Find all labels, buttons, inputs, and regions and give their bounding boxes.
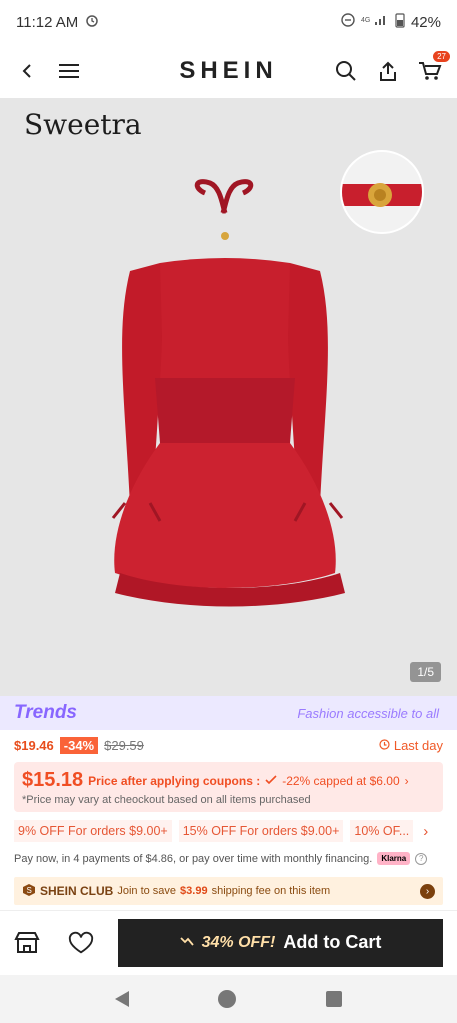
battery-level: 42% xyxy=(410,13,441,31)
chevron-right-icon: › xyxy=(404,773,409,788)
product-image[interactable]: Sweetra 1/5 xyxy=(0,98,457,696)
store-icon[interactable] xyxy=(14,930,40,956)
menu-icon[interactable] xyxy=(56,58,82,84)
offer-chip[interactable]: 10% OF... xyxy=(350,820,414,842)
club-title: SHEIN CLUB xyxy=(40,884,114,898)
svg-text:4G: 4G xyxy=(361,17,370,24)
signal-icon: 4G xyxy=(361,13,389,31)
wishlist-heart-icon[interactable] xyxy=(68,930,94,956)
club-icon: S xyxy=(22,883,36,900)
klarna-logo: Klarna xyxy=(377,852,411,865)
search-icon[interactable] xyxy=(333,58,359,84)
coupon-price: $15.18 xyxy=(22,769,84,791)
help-icon[interactable]: ? xyxy=(415,852,428,865)
coupon-label: Price after applying coupons : xyxy=(88,773,261,788)
dnd-icon xyxy=(341,13,355,31)
offer-chip[interactable]: 15% OFF For orders $9.00+ xyxy=(178,820,344,842)
alarm-icon xyxy=(84,12,100,32)
chevron-right-icon[interactable]: › xyxy=(420,883,435,899)
app-header: SHEIN 27 xyxy=(0,44,457,98)
brand-logo[interactable]: SHEIN xyxy=(179,57,277,85)
discount-badge: -34% xyxy=(59,736,99,754)
club-text-before: Join to save xyxy=(117,885,177,897)
add-to-cart-button[interactable]: 34% OFF! Add to Cart xyxy=(118,918,443,967)
sale-timer: Last day xyxy=(379,738,443,753)
coupon-price-box[interactable]: $15.18 Price after applying coupons : -2… xyxy=(14,762,443,812)
variant-thumbnail[interactable] xyxy=(340,150,424,234)
trends-banner[interactable]: Trends Fashion accessible to all xyxy=(0,696,457,730)
current-price: $19.46 xyxy=(14,737,54,753)
coupon-cap: -22% capped at $6.00 xyxy=(282,773,400,788)
clock-icon xyxy=(379,738,390,753)
trends-slogan: Fashion accessible to all xyxy=(297,705,439,721)
status-bar: 11:12 AM 4G 42% xyxy=(0,0,457,44)
shein-club-banner[interactable]: S SHEIN CLUB Join to save $3.99 shipping… xyxy=(14,877,443,905)
chevron-right-icon[interactable]: › xyxy=(423,823,428,840)
nav-back-icon[interactable] xyxy=(114,991,129,1007)
bottom-action-bar: 34% OFF! Add to Cart xyxy=(0,910,457,974)
system-nav-bar xyxy=(0,975,457,1023)
nav-recents-icon[interactable] xyxy=(326,991,343,1007)
promo-offers: 9% OFF For orders $9.00+ 15% OFF For ord… xyxy=(0,812,457,842)
cta-discount: 34% OFF! xyxy=(201,933,276,951)
trend-down-icon xyxy=(179,932,194,953)
svg-text:S: S xyxy=(27,886,32,895)
installment-info: Pay now, in 4 payments of $4.86, or pay … xyxy=(0,842,457,875)
cart-count-badge: 27 xyxy=(432,50,451,63)
nav-home-icon[interactable] xyxy=(218,990,237,1008)
price-row: $19.46 -34% $29.59 Last day xyxy=(0,730,457,760)
share-icon[interactable] xyxy=(375,58,401,84)
original-price: $29.59 xyxy=(104,737,144,753)
trends-logo: Trends xyxy=(14,702,78,723)
image-pager: 1/5 xyxy=(410,662,441,682)
offer-chip[interactable]: 9% OFF For orders $9.00+ xyxy=(14,820,172,842)
check-icon xyxy=(265,772,277,790)
cart-icon[interactable]: 27 xyxy=(417,50,451,84)
timer-label: Last day xyxy=(393,737,443,753)
installment-text: Pay now, in 4 payments of $4.86, or pay … xyxy=(14,852,373,865)
coupon-note: *Price may vary at cheockout based on al… xyxy=(22,794,311,806)
club-text-after: shipping fee on this item xyxy=(211,885,331,897)
club-amount: $3.99 xyxy=(180,885,208,897)
cta-label: Add to Cart xyxy=(283,932,382,952)
battery-icon xyxy=(395,12,405,32)
status-time: 11:12 AM xyxy=(16,13,79,31)
back-icon[interactable] xyxy=(14,58,40,84)
